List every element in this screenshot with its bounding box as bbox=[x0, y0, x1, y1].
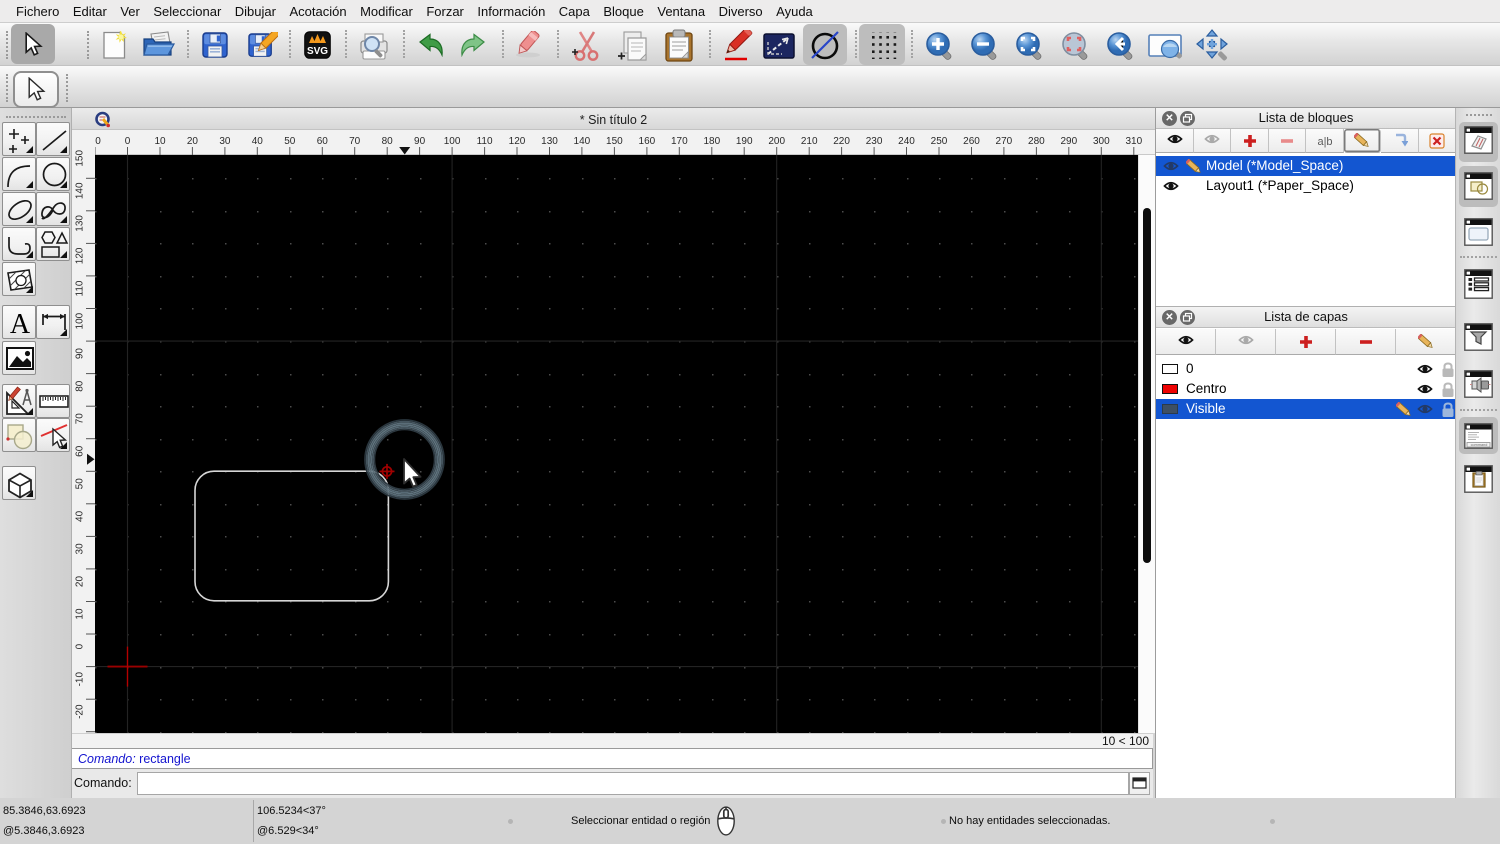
svg-text:50: 50 bbox=[75, 478, 86, 490]
svg-text:110: 110 bbox=[75, 280, 86, 296]
svg-text:70: 70 bbox=[349, 136, 361, 147]
svg-text:60: 60 bbox=[75, 445, 86, 457]
svg-text:0: 0 bbox=[95, 136, 101, 147]
svg-text:a|b: a|b bbox=[1317, 136, 1332, 148]
svg-text:SVG: SVG bbox=[307, 46, 328, 57]
svg-text:150: 150 bbox=[606, 136, 623, 147]
svg-text:200: 200 bbox=[768, 136, 785, 147]
svg-text:130: 130 bbox=[75, 215, 86, 232]
svg-text:140: 140 bbox=[574, 136, 591, 147]
svg-text:270: 270 bbox=[996, 136, 1013, 147]
svg-text:170: 170 bbox=[671, 136, 688, 147]
svg-text:300: 300 bbox=[1093, 136, 1110, 147]
svg-text:160: 160 bbox=[639, 136, 656, 147]
svg-text:10: 10 bbox=[154, 136, 166, 147]
svg-text:210: 210 bbox=[801, 136, 818, 147]
svg-text:240: 240 bbox=[898, 136, 915, 147]
svg-text:110: 110 bbox=[477, 136, 493, 147]
svg-text:100: 100 bbox=[75, 312, 86, 329]
svg-text:120: 120 bbox=[509, 136, 526, 147]
svg-text:260: 260 bbox=[963, 136, 980, 147]
svg-text:120: 120 bbox=[75, 247, 86, 264]
svg-text:20: 20 bbox=[75, 576, 86, 588]
svg-text:220: 220 bbox=[833, 136, 850, 147]
svg-text:0: 0 bbox=[75, 643, 86, 649]
svg-text:20: 20 bbox=[187, 136, 199, 147]
svg-text:310: 310 bbox=[1125, 136, 1142, 147]
svg-text:70: 70 bbox=[75, 413, 86, 425]
svg-text:60: 60 bbox=[317, 136, 329, 147]
svg-text:30: 30 bbox=[219, 136, 231, 147]
svg-text:30: 30 bbox=[75, 543, 86, 555]
svg-text:190: 190 bbox=[736, 136, 753, 147]
svg-text:0: 0 bbox=[125, 136, 131, 147]
svg-text:100: 100 bbox=[444, 136, 461, 147]
svg-text:140: 140 bbox=[75, 182, 86, 199]
svg-text:90: 90 bbox=[75, 348, 86, 360]
svg-text:280: 280 bbox=[1028, 136, 1045, 147]
svg-text:150: 150 bbox=[75, 150, 86, 167]
svg-text:command: command bbox=[1470, 443, 1487, 447]
svg-text:80: 80 bbox=[382, 136, 394, 147]
svg-text:290: 290 bbox=[1060, 136, 1077, 147]
svg-text:-10: -10 bbox=[75, 672, 86, 687]
svg-text:A: A bbox=[10, 309, 30, 340]
svg-text:40: 40 bbox=[75, 510, 86, 522]
svg-text:90: 90 bbox=[414, 136, 426, 147]
svg-text:-20: -20 bbox=[75, 704, 86, 719]
svg-text:40: 40 bbox=[252, 136, 264, 147]
svg-text:180: 180 bbox=[703, 136, 720, 147]
svg-text:250: 250 bbox=[931, 136, 948, 147]
svg-text:230: 230 bbox=[866, 136, 883, 147]
svg-text:80: 80 bbox=[75, 380, 86, 392]
svg-text:50: 50 bbox=[284, 136, 296, 147]
svg-text:130: 130 bbox=[541, 136, 558, 147]
svg-text:10: 10 bbox=[75, 608, 86, 620]
